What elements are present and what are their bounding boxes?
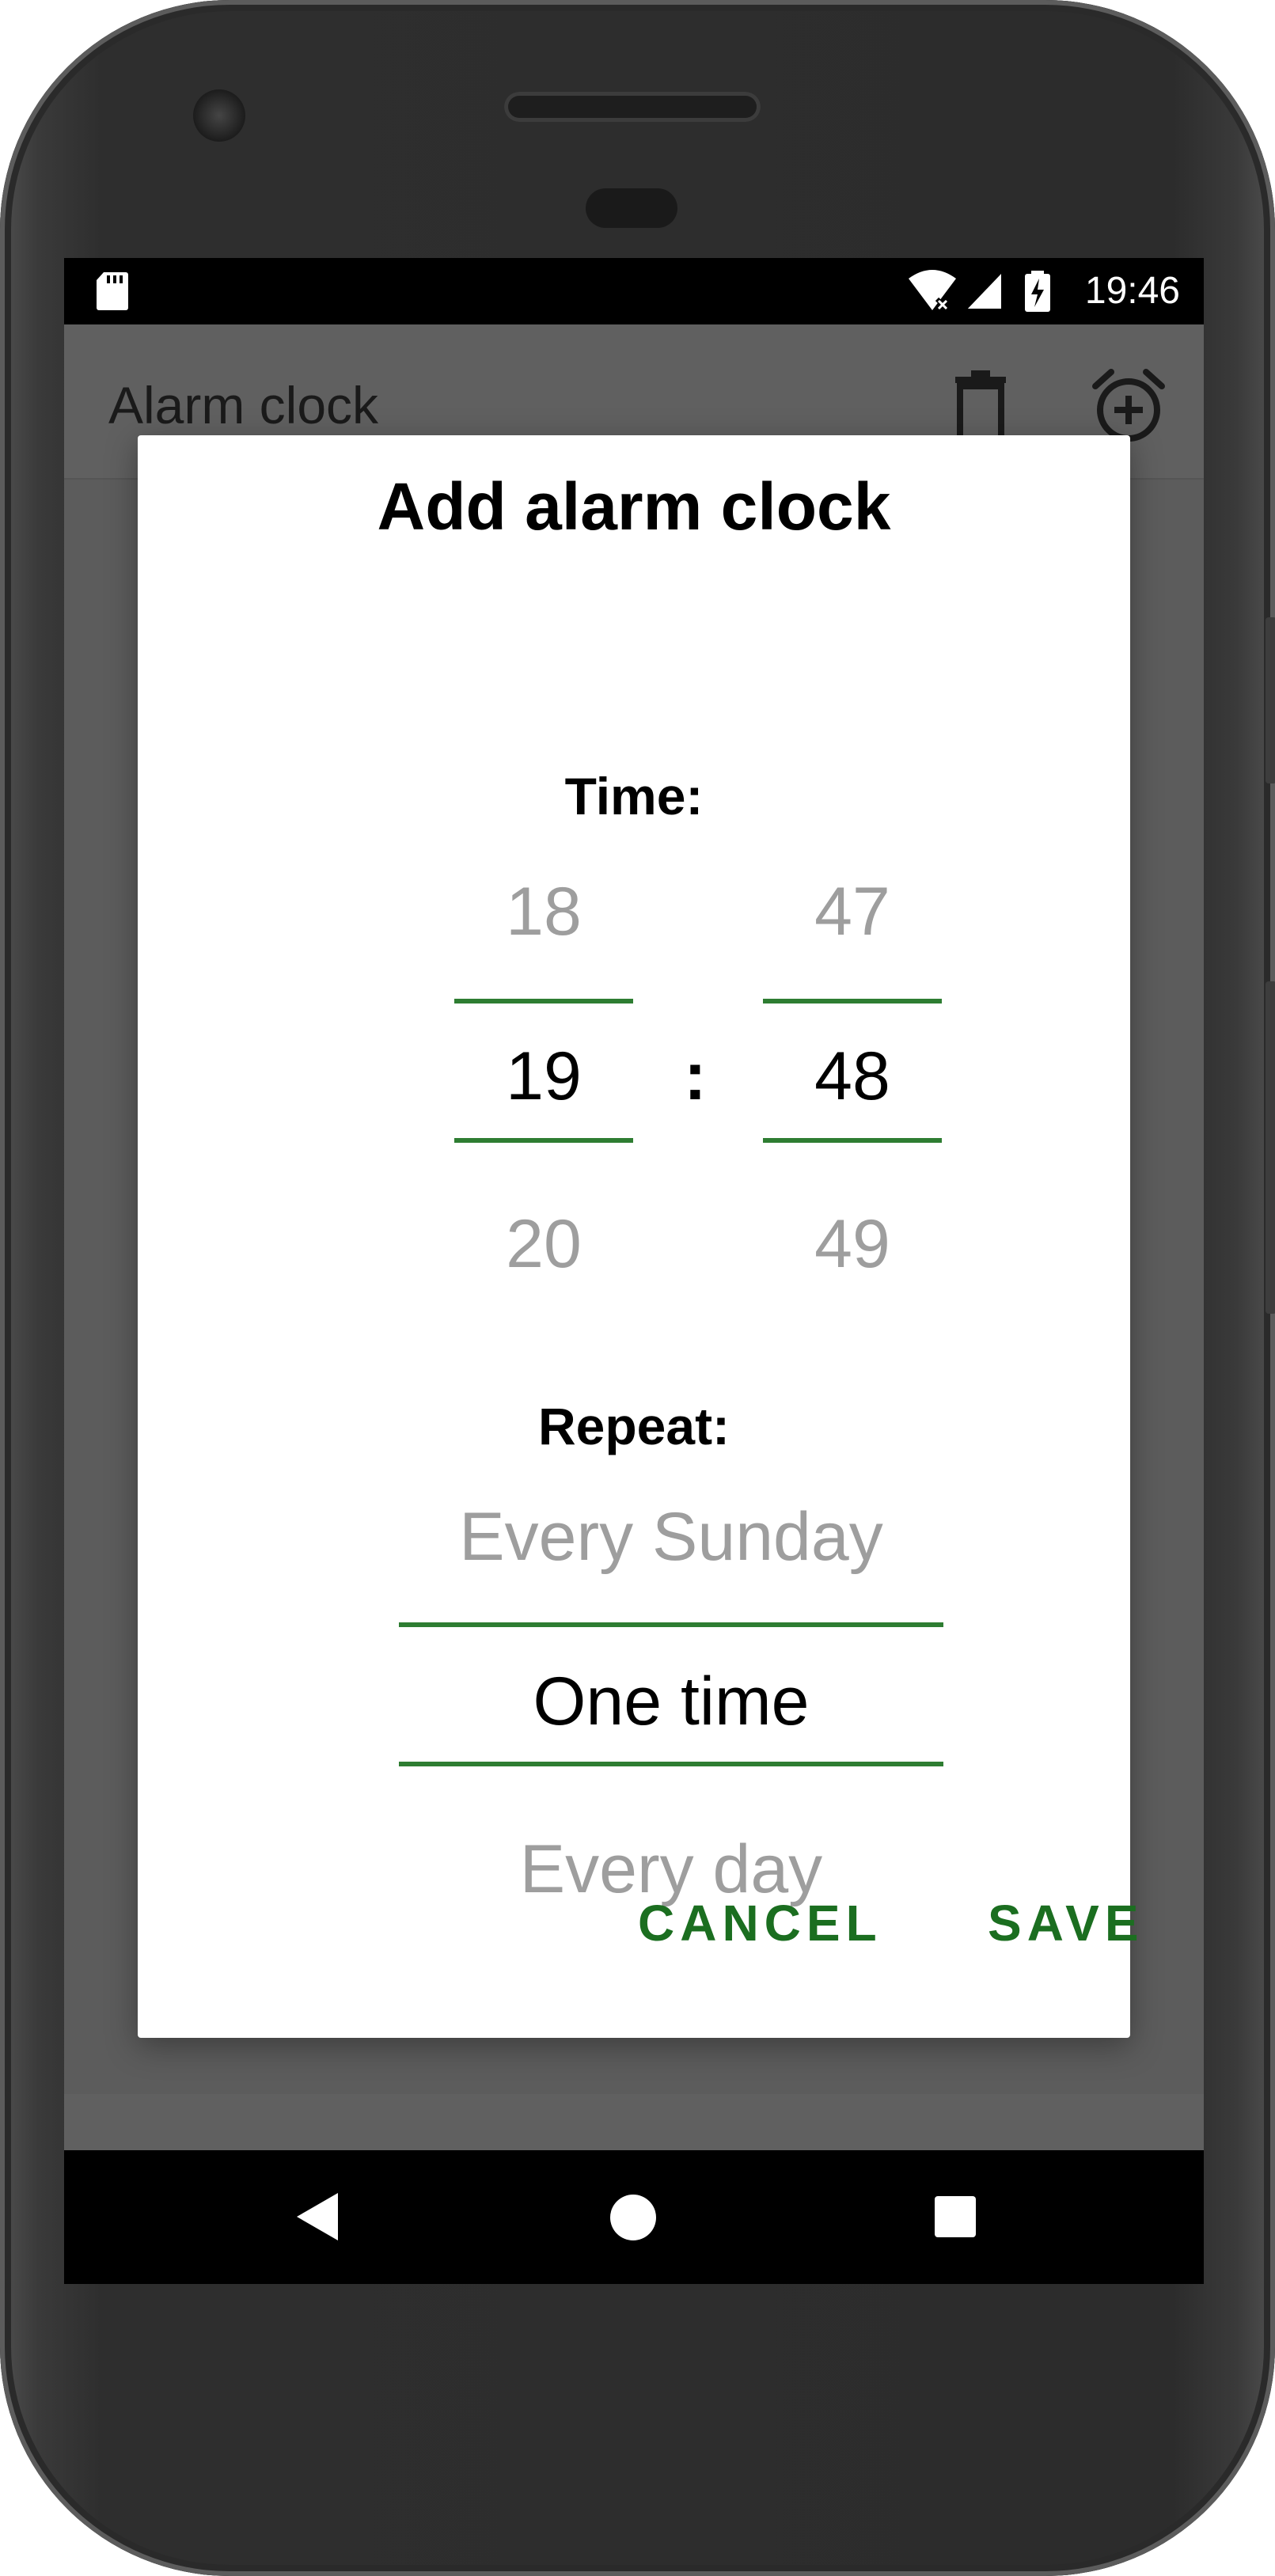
earpiece-speaker	[504, 92, 761, 122]
minute-divider-bottom	[763, 1138, 942, 1143]
repeat-label: Repeat:	[537, 1397, 730, 1455]
repeat-divider-top	[399, 1622, 943, 1627]
phone-frame: 19:46 Alarm clock Add alarm clock Time:	[0, 0, 1275, 2576]
repeat-prev[interactable]: Every Sunday	[399, 1497, 943, 1576]
save-button[interactable]: SAVE	[988, 1891, 1144, 1955]
volume-button	[1266, 981, 1275, 1314]
home-icon[interactable]	[610, 2195, 656, 2240]
hour-prev[interactable]: 18	[454, 872, 633, 951]
navigation-bar	[64, 2150, 1204, 2284]
screen: 19:46 Alarm clock Add alarm clock Time:	[64, 258, 1204, 2284]
status-clock: 19:46	[1084, 270, 1180, 312]
power-button	[1266, 617, 1275, 783]
hour-picker[interactable]: 18 19 20	[454, 872, 633, 1282]
back-icon[interactable]	[294, 2190, 341, 2244]
minute-picker[interactable]: 47 48 49	[763, 872, 942, 1282]
repeat-selected[interactable]: One time	[399, 1662, 943, 1741]
dialog-title: Add alarm clock	[377, 469, 891, 544]
alarm-add-icon[interactable]	[1089, 366, 1168, 445]
hour-next[interactable]: 20	[454, 1205, 633, 1284]
front-camera	[193, 89, 245, 142]
minute-selected[interactable]: 48	[763, 1037, 942, 1116]
sd-card-icon	[97, 272, 128, 310]
time-label: Time:	[564, 767, 704, 825]
time-separator: :	[684, 1038, 707, 1114]
add-alarm-dialog: Add alarm clock Time: 18 19 20 : 47 48 4…	[138, 435, 1139, 2038]
battery-charging-icon	[1025, 271, 1050, 312]
proximity-sensor	[586, 188, 677, 228]
recents-icon[interactable]	[935, 2196, 976, 2237]
signal-icon	[967, 274, 1001, 309]
status-bar: 19:46	[64, 258, 1204, 324]
trash-icon[interactable]	[949, 366, 1012, 445]
wifi-icon	[909, 270, 957, 313]
hour-selected[interactable]: 19	[454, 1037, 633, 1116]
hour-divider-bottom	[454, 1138, 633, 1143]
minute-prev[interactable]: 47	[763, 872, 942, 951]
minute-next[interactable]: 49	[763, 1205, 942, 1284]
status-icons	[907, 269, 1053, 313]
cancel-button[interactable]: CANCEL	[638, 1891, 882, 1955]
repeat-picker[interactable]: Every Sunday One time Every day	[399, 1497, 943, 1907]
repeat-divider-bottom	[399, 1762, 943, 1766]
app-title: Alarm clock	[108, 376, 379, 434]
minute-divider-top	[763, 999, 942, 1003]
hour-divider-top	[454, 999, 633, 1003]
